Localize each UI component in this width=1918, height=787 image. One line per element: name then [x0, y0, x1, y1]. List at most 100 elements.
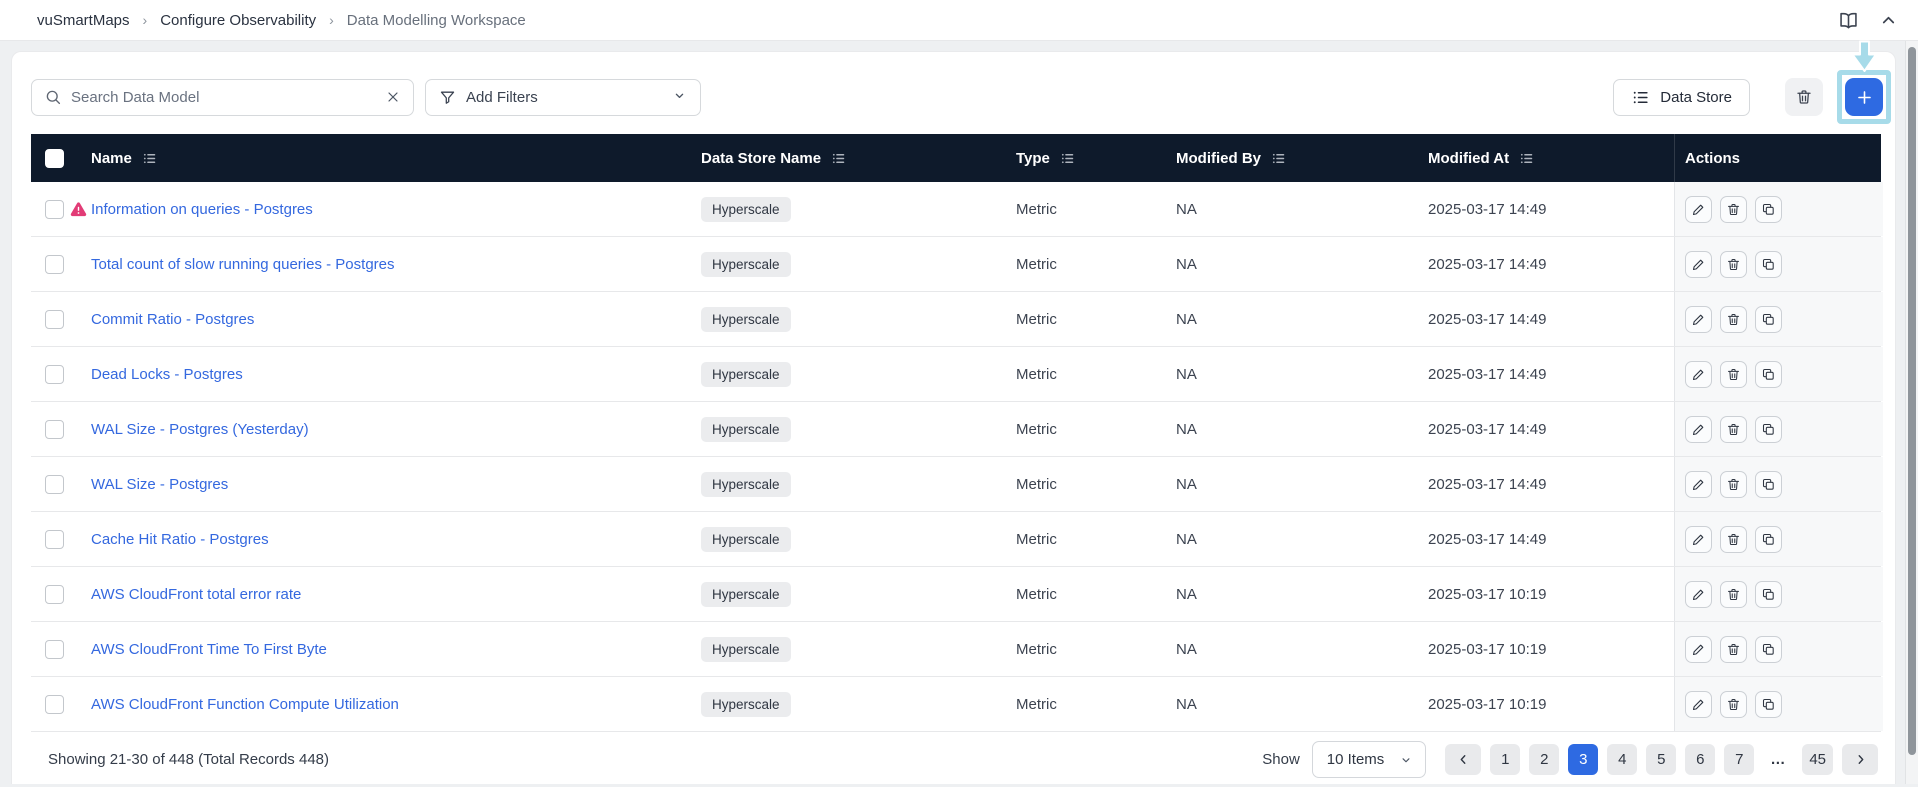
data-model-table: Name Data Store Name Type Modified By Mo… — [31, 134, 1881, 732]
collapse-chevron-up-icon[interactable] — [1879, 11, 1898, 30]
page-button-7[interactable]: 7 — [1724, 744, 1754, 775]
row-checkbox[interactable] — [45, 530, 64, 549]
delete-trash-icon[interactable] — [1720, 691, 1747, 718]
page-button-2[interactable]: 2 — [1529, 744, 1559, 775]
breadcrumb-separator: › — [329, 12, 334, 28]
duplicate-copy-icon[interactable] — [1755, 581, 1782, 608]
previous-page-button[interactable] — [1445, 744, 1481, 775]
row-checkbox[interactable] — [45, 200, 64, 219]
modified-by-cell: NA — [1176, 201, 1428, 218]
page-size-select[interactable]: 10 Items — [1312, 741, 1427, 778]
duplicate-copy-icon[interactable] — [1755, 691, 1782, 718]
vertical-scrollbar[interactable] — [1905, 41, 1918, 784]
data-model-name-link[interactable]: Total count of slow running queries - Po… — [91, 256, 395, 273]
clear-search-icon[interactable] — [385, 89, 401, 105]
column-header-name: Name — [91, 150, 132, 167]
duplicate-copy-icon[interactable] — [1755, 636, 1782, 663]
duplicate-copy-icon[interactable] — [1755, 526, 1782, 553]
modified-at-cell: 2025-03-17 14:49 — [1428, 476, 1674, 493]
edit-pencil-icon[interactable] — [1685, 581, 1712, 608]
page-button-3[interactable]: 3 — [1568, 744, 1598, 775]
edit-pencil-icon[interactable] — [1685, 636, 1712, 663]
page-button-1[interactable]: 1 — [1490, 744, 1520, 775]
add-filters-dropdown[interactable]: Add Filters — [425, 79, 701, 116]
delete-trash-icon[interactable] — [1720, 471, 1747, 498]
column-filter-icon[interactable] — [1271, 151, 1286, 166]
delete-trash-icon[interactable] — [1720, 636, 1747, 663]
modified-by-cell: NA — [1176, 256, 1428, 273]
edit-pencil-icon[interactable] — [1685, 251, 1712, 278]
row-checkbox[interactable] — [45, 365, 64, 384]
data-model-name-link[interactable]: AWS CloudFront total error rate — [91, 586, 301, 603]
select-all-checkbox[interactable] — [45, 149, 64, 168]
data-store-badge: Hyperscale — [701, 472, 791, 497]
column-filter-icon[interactable] — [142, 151, 157, 166]
next-page-button[interactable] — [1842, 744, 1878, 775]
edit-pencil-icon[interactable] — [1685, 471, 1712, 498]
type-cell: Metric — [1016, 531, 1176, 548]
data-modelling-workspace-panel: Add Filters Data Store — [11, 51, 1896, 784]
edit-pencil-icon[interactable] — [1685, 526, 1712, 553]
duplicate-copy-icon[interactable] — [1755, 196, 1782, 223]
table-row: AWS CloudFront Function Compute Utilizat… — [31, 677, 1881, 732]
page-button-5[interactable]: 5 — [1646, 744, 1676, 775]
data-model-name-link[interactable]: WAL Size - Postgres — [91, 476, 228, 493]
edit-pencil-icon[interactable] — [1685, 306, 1712, 333]
delete-trash-icon[interactable] — [1720, 581, 1747, 608]
funnel-filter-icon — [439, 89, 456, 106]
duplicate-copy-icon[interactable] — [1755, 416, 1782, 443]
column-filter-icon[interactable] — [1060, 151, 1075, 166]
bulk-delete-trash-icon[interactable] — [1785, 78, 1823, 116]
data-model-name-link[interactable]: Dead Locks - Postgres — [91, 366, 243, 383]
delete-trash-icon[interactable] — [1720, 251, 1747, 278]
delete-trash-icon[interactable] — [1720, 196, 1747, 223]
type-cell: Metric — [1016, 696, 1176, 713]
row-checkbox[interactable] — [45, 695, 64, 714]
data-model-name-link[interactable]: Cache Hit Ratio - Postgres — [91, 531, 269, 548]
delete-trash-icon[interactable] — [1720, 361, 1747, 388]
table-row: Dead Locks - Postgres Hyperscale Metric … — [31, 347, 1881, 402]
row-checkbox[interactable] — [45, 420, 64, 439]
edit-pencil-icon[interactable] — [1685, 361, 1712, 388]
pagination: 1234567…45 — [1445, 744, 1878, 775]
duplicate-copy-icon[interactable] — [1755, 361, 1782, 388]
breadcrumb-item-home[interactable]: vuSmartMaps — [37, 12, 130, 29]
row-checkbox[interactable] — [45, 255, 64, 274]
row-checkbox[interactable] — [45, 310, 64, 329]
edit-pencil-icon[interactable] — [1685, 196, 1712, 223]
duplicate-copy-icon[interactable] — [1755, 471, 1782, 498]
delete-trash-icon[interactable] — [1720, 306, 1747, 333]
page-button-6[interactable]: 6 — [1685, 744, 1715, 775]
data-model-name-link[interactable]: AWS CloudFront Function Compute Utilizat… — [91, 696, 399, 713]
edit-pencil-icon[interactable] — [1685, 416, 1712, 443]
data-model-name-link[interactable]: WAL Size - Postgres (Yesterday) — [91, 421, 309, 438]
duplicate-copy-icon[interactable] — [1755, 251, 1782, 278]
page-button-45[interactable]: 45 — [1802, 744, 1833, 775]
documentation-book-icon[interactable] — [1838, 10, 1859, 31]
duplicate-copy-icon[interactable] — [1755, 306, 1782, 333]
row-checkbox[interactable] — [45, 475, 64, 494]
column-header-type: Type — [1016, 150, 1050, 167]
data-model-name-link[interactable]: Commit Ratio - Postgres — [91, 311, 254, 328]
delete-trash-icon[interactable] — [1720, 416, 1747, 443]
breadcrumb-item-configure-observability[interactable]: Configure Observability — [160, 12, 316, 29]
data-model-name-link[interactable]: Information on queries - Postgres — [91, 201, 313, 218]
column-filter-icon[interactable] — [831, 151, 846, 166]
edit-pencil-icon[interactable] — [1685, 691, 1712, 718]
modified-at-cell: 2025-03-17 14:49 — [1428, 366, 1674, 383]
row-checkbox[interactable] — [45, 640, 64, 659]
data-model-name-link[interactable]: AWS CloudFront Time To First Byte — [91, 641, 327, 658]
scrollbar-thumb[interactable] — [1908, 47, 1916, 755]
add-filters-label: Add Filters — [466, 89, 538, 106]
page-button-4[interactable]: 4 — [1607, 744, 1637, 775]
top-navigation-bar: vuSmartMaps › Configure Observability › … — [0, 0, 1918, 41]
search-input[interactable] — [71, 89, 376, 106]
add-data-model-button[interactable] — [1845, 78, 1883, 116]
delete-trash-icon[interactable] — [1720, 526, 1747, 553]
row-checkbox[interactable] — [45, 585, 64, 604]
modified-by-cell: NA — [1176, 421, 1428, 438]
column-filter-icon[interactable] — [1519, 151, 1534, 166]
type-cell: Metric — [1016, 641, 1176, 658]
data-store-button[interactable]: Data Store — [1613, 79, 1750, 116]
modified-by-cell: NA — [1176, 696, 1428, 713]
